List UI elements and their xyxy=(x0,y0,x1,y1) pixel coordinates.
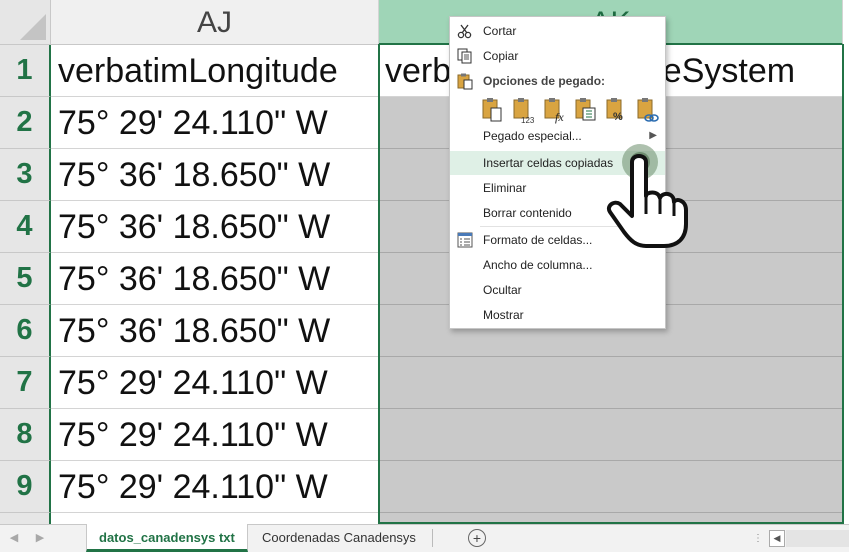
row-header-1[interactable]: 1 xyxy=(0,45,51,97)
format-cells-icon xyxy=(456,231,474,249)
row-header-4[interactable]: 4 xyxy=(0,201,51,253)
tab-scroll-left-icon[interactable]: ◀ xyxy=(6,529,22,547)
horizontal-scrollbar[interactable] xyxy=(786,530,849,547)
row-header-9[interactable]: 9 xyxy=(0,461,51,513)
menu-item-column-width[interactable]: Ancho de columna... xyxy=(450,253,665,277)
row-header-3[interactable]: 3 xyxy=(0,149,51,201)
paste-link-icon[interactable] xyxy=(637,96,659,124)
add-sheet-icon[interactable]: + xyxy=(468,529,486,547)
menu-item-label: Ocultar xyxy=(483,283,522,297)
paste-formatting-icon[interactable]: % xyxy=(606,96,628,124)
row-header-6[interactable]: 6 xyxy=(0,305,51,357)
menu-item-copy[interactable]: Copiar xyxy=(450,44,665,68)
paste-icon[interactable] xyxy=(482,96,504,124)
cell-aj7[interactable]: 75° 29' 24.110" W xyxy=(51,357,379,409)
svg-text:%: % xyxy=(613,111,623,123)
cell-aj9[interactable]: 75° 29' 24.110" W xyxy=(51,461,379,513)
menu-item-label: Insertar celdas copiadas xyxy=(483,156,614,170)
scissors-icon xyxy=(456,22,474,40)
row-header-8[interactable]: 8 xyxy=(0,409,51,461)
menu-item-label: Borrar contenido xyxy=(483,206,572,220)
scroll-divider-icon[interactable]: ⋮ xyxy=(753,530,765,547)
row-header-5[interactable]: 5 xyxy=(0,253,51,305)
paste-transpose-icon[interactable] xyxy=(575,96,597,124)
menu-item-label: Formato de celdas... xyxy=(483,233,593,247)
paste-options-header: Opciones de pegado: xyxy=(450,69,665,93)
menu-item-label: Eliminar xyxy=(483,181,527,195)
tab-scroll-right-icon[interactable]: ▶ xyxy=(32,529,48,547)
cell-aj1[interactable]: verbatimLongitude xyxy=(51,45,379,97)
svg-text:123: 123 xyxy=(521,116,535,124)
cell-aj8[interactable]: 75° 29' 24.110" W xyxy=(51,409,379,461)
paste-formulas-icon[interactable]: fx xyxy=(544,96,566,124)
row-header-7[interactable]: 7 xyxy=(0,357,51,409)
select-all-corner[interactable] xyxy=(0,0,51,45)
paste-options-label: Opciones de pegado: xyxy=(483,74,606,88)
row-header-2[interactable]: 2 xyxy=(0,97,51,149)
cell-aj6[interactable]: 75° 36' 18.650" W xyxy=(51,305,379,357)
menu-item-show[interactable]: Mostrar xyxy=(450,303,665,327)
paste-values-icon[interactable]: 123 xyxy=(513,96,535,125)
menu-item-hide[interactable]: Ocultar xyxy=(450,278,665,302)
cell-aj5[interactable]: 75° 36' 18.650" W xyxy=(51,253,379,305)
hand-pointer-icon xyxy=(602,138,694,250)
cell-aj4[interactable]: 75° 36' 18.650" W xyxy=(51,201,379,253)
hscroll-left-icon[interactable]: ◀ xyxy=(769,530,785,547)
column-header-aj[interactable]: AJ xyxy=(51,0,379,45)
clipboard-icon xyxy=(456,72,474,90)
copy-icon xyxy=(456,47,474,65)
svg-text:fx: fx xyxy=(555,110,564,124)
menu-item-label: Copiar xyxy=(483,49,519,63)
cell-aj2[interactable]: 75° 29' 24.110" W xyxy=(51,97,379,149)
cell-aj3[interactable]: 75° 36' 18.650" W xyxy=(51,149,379,201)
menu-item-label: Pegado especial... xyxy=(483,129,582,143)
tab-datos-canadensys[interactable]: datos_canadensys txt xyxy=(86,524,248,552)
paste-options-row: 123 fx % xyxy=(482,96,664,125)
menu-item-label: Ancho de columna... xyxy=(483,258,593,272)
menu-item-cut[interactable]: Cortar xyxy=(450,19,665,43)
menu-item-label: Mostrar xyxy=(483,308,524,322)
menu-item-label: Cortar xyxy=(483,24,517,38)
tab-coordenadas-canadensys[interactable]: Coordenadas Canadensys xyxy=(250,524,428,552)
